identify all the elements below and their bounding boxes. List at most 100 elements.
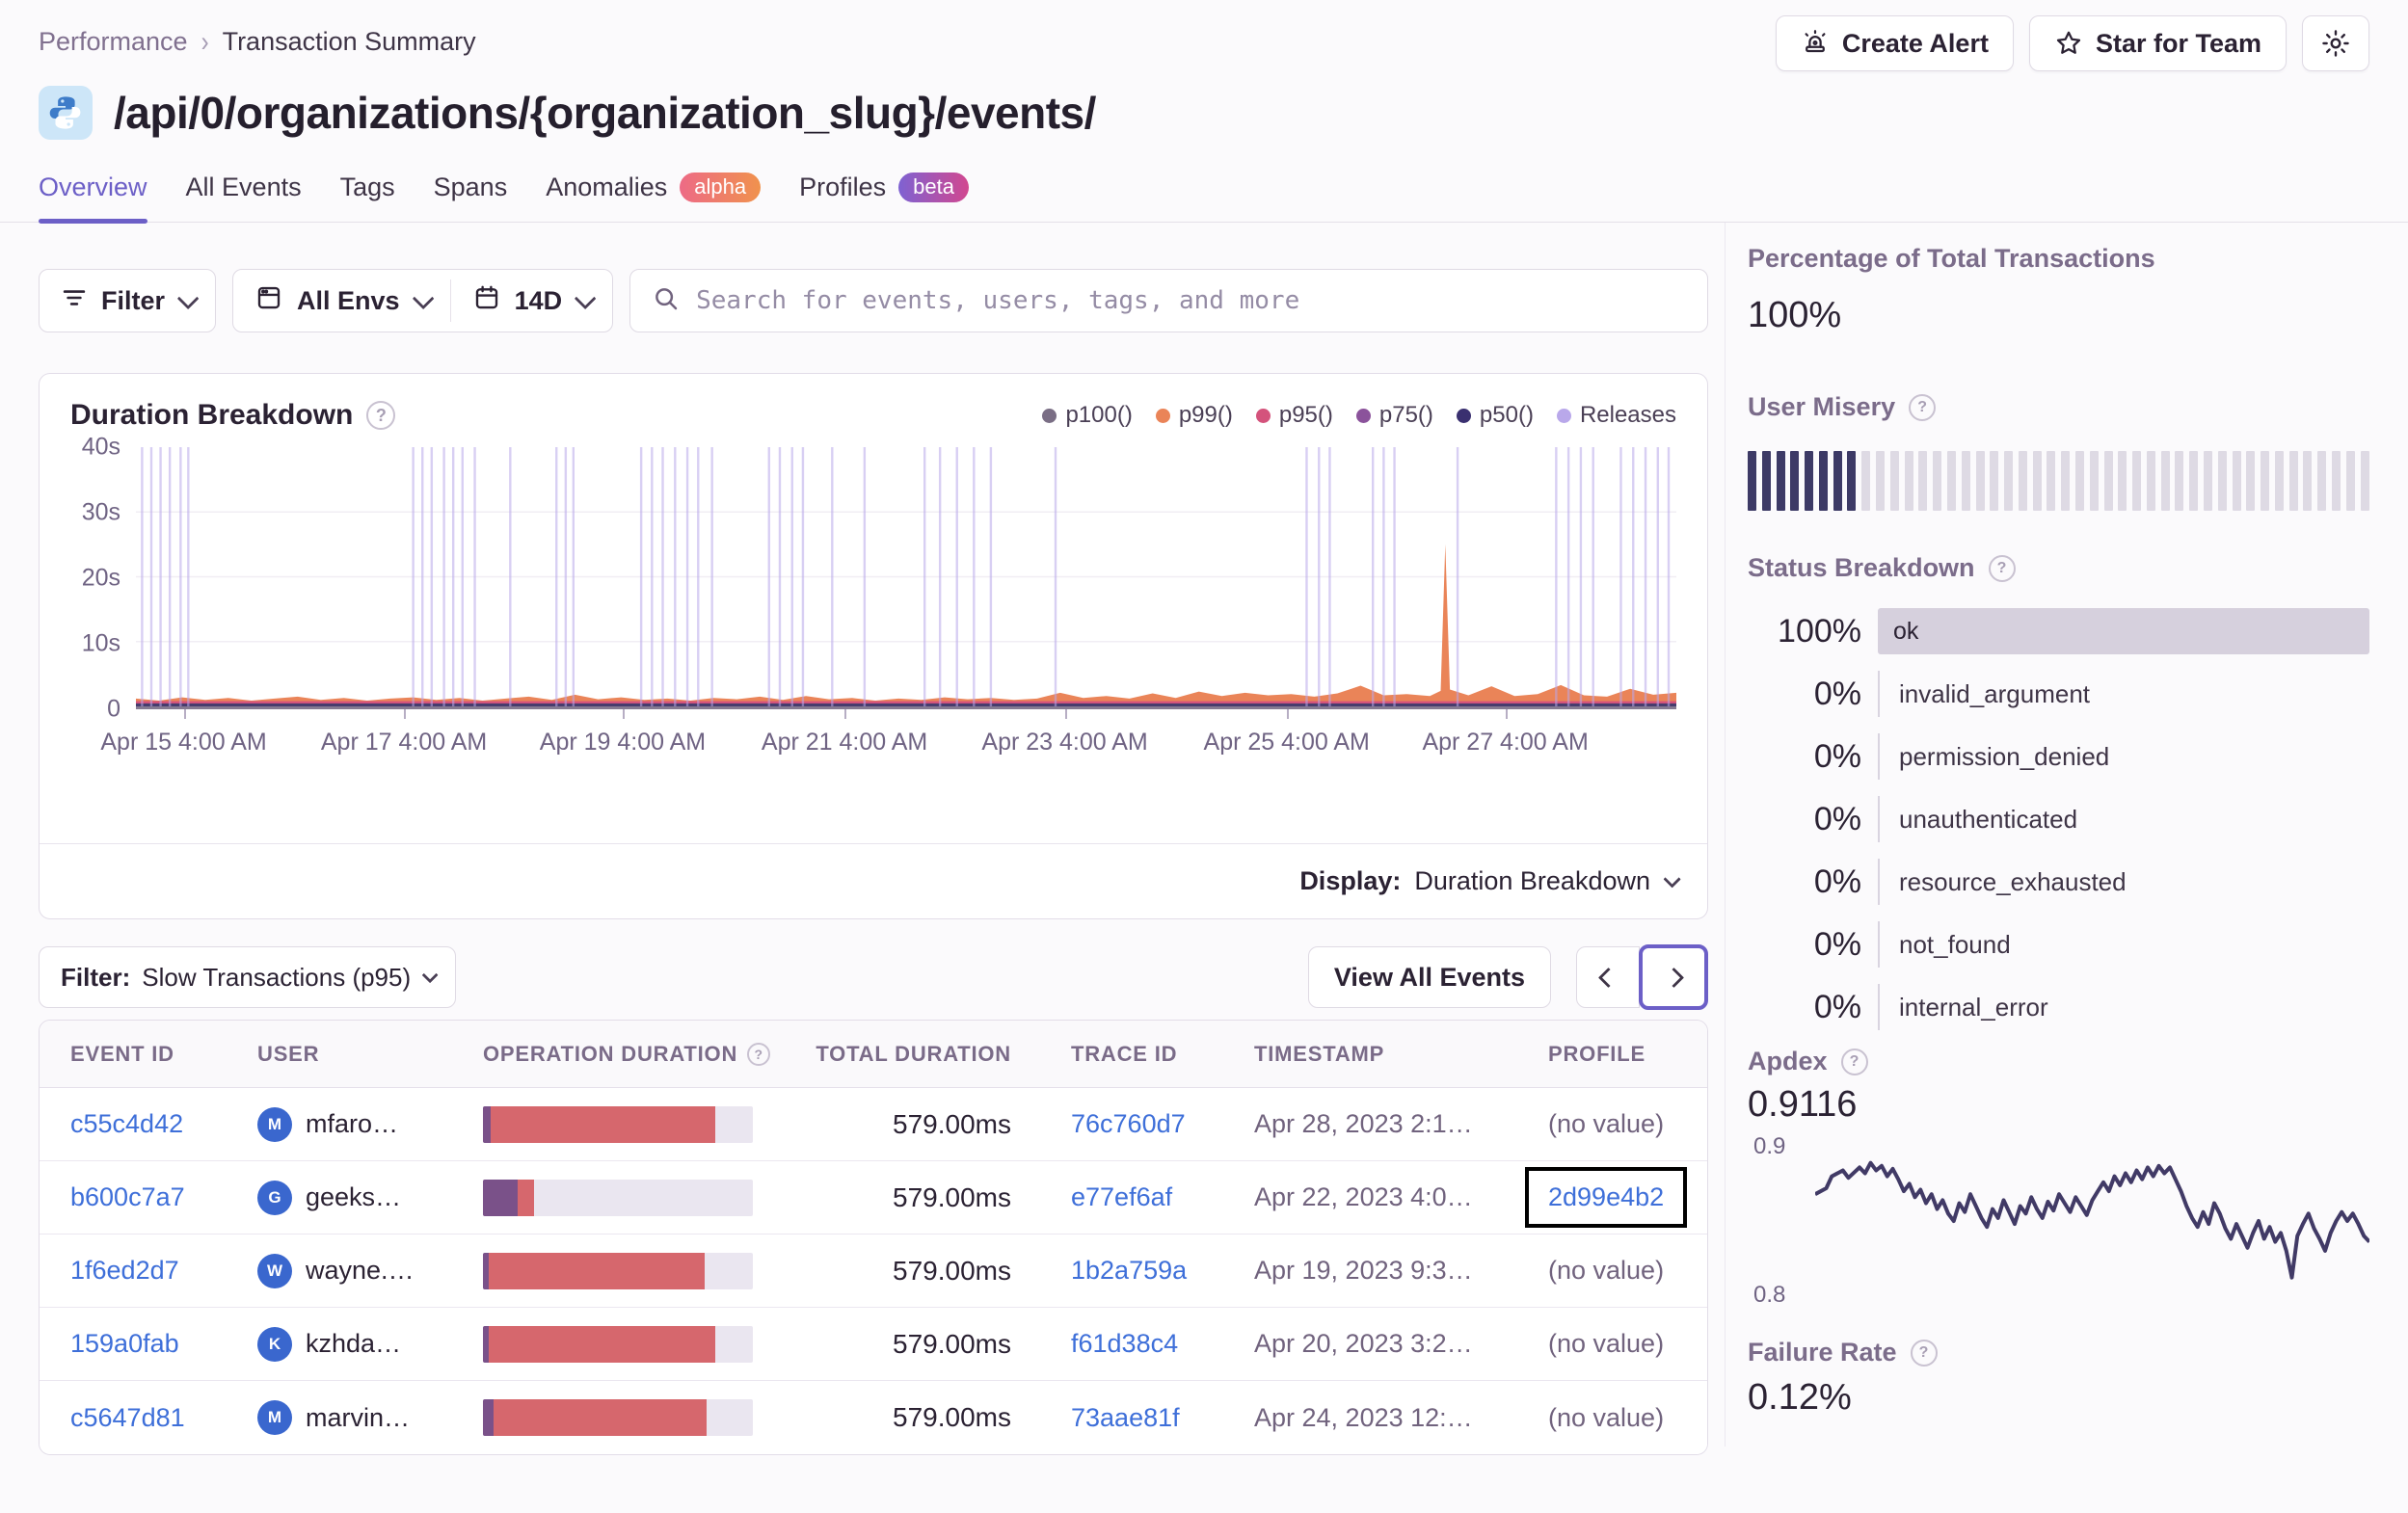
legend-item-p75[interactable]: p75() [1355,402,1433,429]
help-icon[interactable]: ? [747,1042,771,1066]
misery-segment-empty [2332,451,2341,511]
misery-segment-empty [1933,451,1942,511]
misery-segment-empty [2074,451,2084,511]
trace-id-link[interactable]: 76c760d7 [1071,1109,1254,1139]
trace-id-link[interactable]: 73aae81f [1071,1403,1254,1433]
help-icon[interactable]: ? [1910,1339,1938,1367]
star-for-team-button[interactable]: Star for Team [2028,15,2287,71]
failure-rate-section: Failure Rate ? 0.12% [1748,1338,2369,1419]
misery-segment-filled [1818,451,1828,511]
event-id-link[interactable]: c55c4d42 [70,1109,257,1139]
event-id-link[interactable]: 159a0fab [70,1329,257,1359]
status-row-invalid-argument: 0% invalid_argument [1748,671,2369,717]
legend-item-p100[interactable]: p100() [1042,402,1133,429]
create-alert-button[interactable]: Create Alert [1775,15,2014,71]
zero-bar-tick [1878,671,1880,717]
duration-breakdown-card: Duration Breakdown ? p100() p99() p95() … [39,373,1708,919]
col-total-duration[interactable]: TOTAL DURATION [816,1042,1071,1067]
tab-overview[interactable]: Overview [39,173,147,224]
profile-cell: (no value) [1548,1402,1665,1432]
table-row: c55c4d42 Mmfaro… 579.00ms 76c760d7 Apr 2… [40,1088,1707,1161]
y-tick-label: 20s [81,564,120,592]
operation-duration-bar [483,1179,753,1216]
display-label: Display: [1299,866,1402,895]
help-icon[interactable]: ? [1909,393,1937,421]
help-icon[interactable]: ? [366,401,396,430]
tab-spans[interactable]: Spans [434,173,508,222]
environment-value: All Envs [297,285,400,315]
profile-cell: (no value) [1548,1109,1665,1138]
breadcrumb-performance[interactable]: Performance [39,27,188,57]
tab-profiles[interactable]: Profiles beta [799,173,969,222]
tab-tags[interactable]: Tags [340,173,395,222]
legend-item-p50[interactable]: p50() [1456,402,1534,429]
col-trace-id[interactable]: TRACE ID [1071,1042,1254,1067]
previous-page-button[interactable] [1576,946,1640,1008]
help-icon[interactable]: ? [1840,1048,1868,1075]
zero-bar-tick [1878,733,1880,780]
trace-id-link[interactable]: e77ef6af [1071,1182,1254,1212]
operation-duration-bar [483,1105,753,1143]
event-id-link[interactable]: 1f6ed2d7 [70,1256,257,1286]
col-profile[interactable]: PROFILE [1548,1042,1707,1067]
display-value[interactable]: Duration Breakdown [1414,866,1650,896]
gear-icon [2320,28,2351,59]
status-breakdown-section: Status Breakdown ? 100% ok 0% invalid_ar… [1748,553,2369,1030]
breadcrumb-chevron-icon: › [201,25,209,58]
profile-link[interactable]: 2d99e4b2 [1548,1182,1664,1211]
misery-segment-empty [2303,451,2313,511]
help-icon[interactable]: ? [1988,554,2016,582]
profile-cell: (no value) [1548,1329,1665,1358]
duration-chart-plot[interactable] [136,447,1676,709]
status-row-not-found: 0% not_found [1748,921,2369,968]
y-tick-label: 10s [81,629,120,657]
view-all-events-button[interactable]: View All Events [1307,946,1551,1008]
x-tick-label: Apr 15 4:00 AM [100,729,267,756]
date-range-selector[interactable]: 14D [451,270,613,332]
trace-id-link[interactable]: 1b2a759a [1071,1256,1254,1286]
event-id-link[interactable]: c5647d81 [70,1403,257,1433]
col-user[interactable]: USER [257,1042,483,1067]
table-row: b600c7a7 Ggeeks… 579.00ms e77ef6af Apr 2… [40,1161,1707,1234]
status-bar-ok[interactable]: ok [1878,608,2369,654]
user-misery-section: User Misery ? [1748,392,2369,511]
chevron-down-icon [412,287,434,310]
settings-button[interactable] [2302,15,2369,71]
legend-item-p95[interactable]: p95() [1255,402,1333,429]
col-timestamp[interactable]: TIMESTAMP [1254,1042,1548,1067]
next-page-button[interactable] [1639,944,1708,1010]
legend-item-releases[interactable]: Releases [1556,402,1676,429]
filter-dropdown[interactable]: Filter [39,269,217,332]
misery-segment-empty [1889,451,1899,511]
user-cell: Kkzhda… [257,1326,483,1362]
misery-segment-empty [1861,451,1871,511]
duration-chart-svg [136,447,1676,706]
apdex-sparkline[interactable] [1815,1139,2369,1303]
user-misery-bar[interactable] [1748,451,2369,511]
misery-segment-empty [1975,451,1985,511]
transactions-filter-label: Filter: [61,962,131,992]
chevron-down-icon[interactable] [1663,870,1681,889]
search-input[interactable] [696,286,1686,315]
timestamp: Apr 28, 2023 2:1… [1254,1109,1473,1138]
operation-duration-bar [483,1252,753,1289]
environment-selector[interactable]: All Envs [233,270,450,332]
misery-segment-empty [2146,451,2155,511]
trace-id-link[interactable]: f61d38c4 [1071,1329,1254,1359]
misery-segment-empty [2089,451,2099,511]
event-id-link[interactable]: b600c7a7 [70,1182,257,1212]
misery-segment-empty [2246,451,2256,511]
user-cell: Ggeeks… [257,1180,483,1215]
col-operation-duration[interactable]: OPERATION DURATION? [483,1042,816,1067]
tab-all-events[interactable]: All Events [186,173,302,222]
avatar: K [257,1326,292,1362]
transactions-filter-dropdown[interactable]: Filter: Slow Transactions (p95) [39,946,457,1008]
legend-item-p99[interactable]: p99() [1155,402,1233,429]
percentage-total-value: 100% [1748,295,1842,335]
chevron-down-icon [176,287,200,310]
col-event-id[interactable]: EVENT ID [70,1042,257,1067]
x-tick-mark [404,709,407,719]
operation-duration-bar [483,1325,753,1363]
duration-chart-legend: p100() p99() p95() p75() p50() Releases [1042,402,1676,429]
tab-anomalies[interactable]: Anomalies alpha [546,173,762,222]
